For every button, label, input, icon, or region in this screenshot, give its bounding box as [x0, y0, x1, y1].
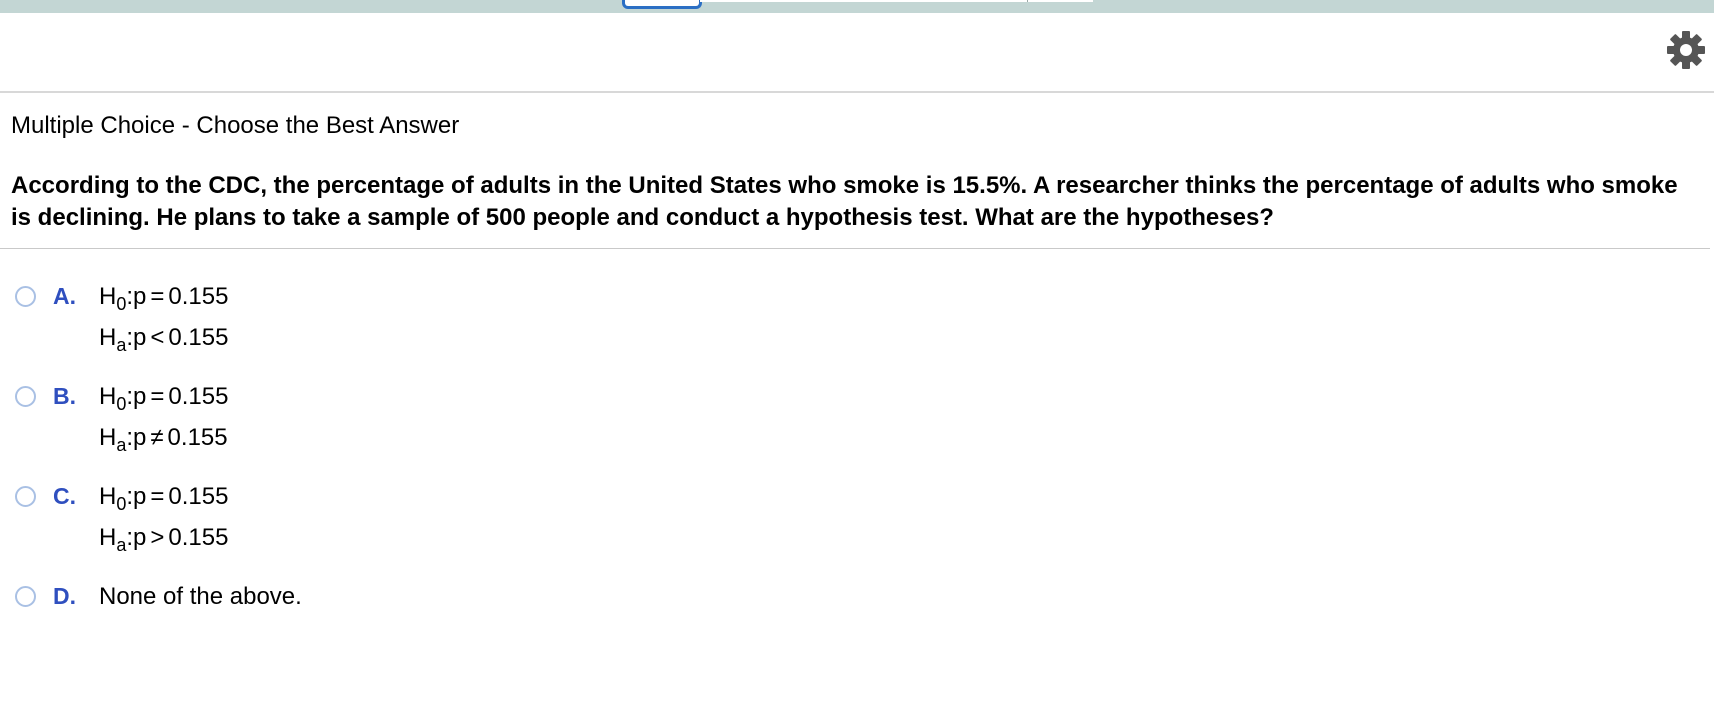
top-tab[interactable] [622, 0, 702, 9]
radio-button-a[interactable] [15, 286, 36, 307]
choice-letter-c: C. [53, 483, 76, 509]
radio-button-b[interactable] [15, 386, 36, 407]
choice-letter-b: B. [53, 383, 76, 409]
null-hypothesis-b: H0:p = 0.155 [99, 383, 229, 414]
choice-letter-d: D. [53, 583, 76, 609]
top-field [700, 0, 1093, 2]
choice-text-d: None of the above. [99, 583, 302, 610]
alt-hypothesis-c: Ha:p >0.155 [99, 524, 229, 555]
question-divider [0, 248, 1710, 249]
question-heading: Multiple Choice - Choose the Best Answer [11, 112, 460, 139]
toolbar [0, 13, 1714, 93]
gear-icon[interactable] [1666, 30, 1706, 70]
top-strip [0, 0, 1714, 13]
radio-button-c[interactable] [15, 486, 36, 507]
choice-letter-a: A. [53, 283, 76, 309]
alt-hypothesis-a: Ha:p <0.155 [99, 324, 229, 355]
top-field-divider [1027, 0, 1028, 2]
alt-hypothesis-b: Ha:p ≠ 0.155 [99, 424, 228, 455]
question-text: According to the CDC, the percentage of … [11, 172, 1678, 231]
null-hypothesis-a: H0:p = 0.155 [99, 283, 229, 314]
null-hypothesis-c: H0:p = 0.155 [99, 483, 229, 514]
radio-button-d[interactable] [15, 586, 36, 607]
